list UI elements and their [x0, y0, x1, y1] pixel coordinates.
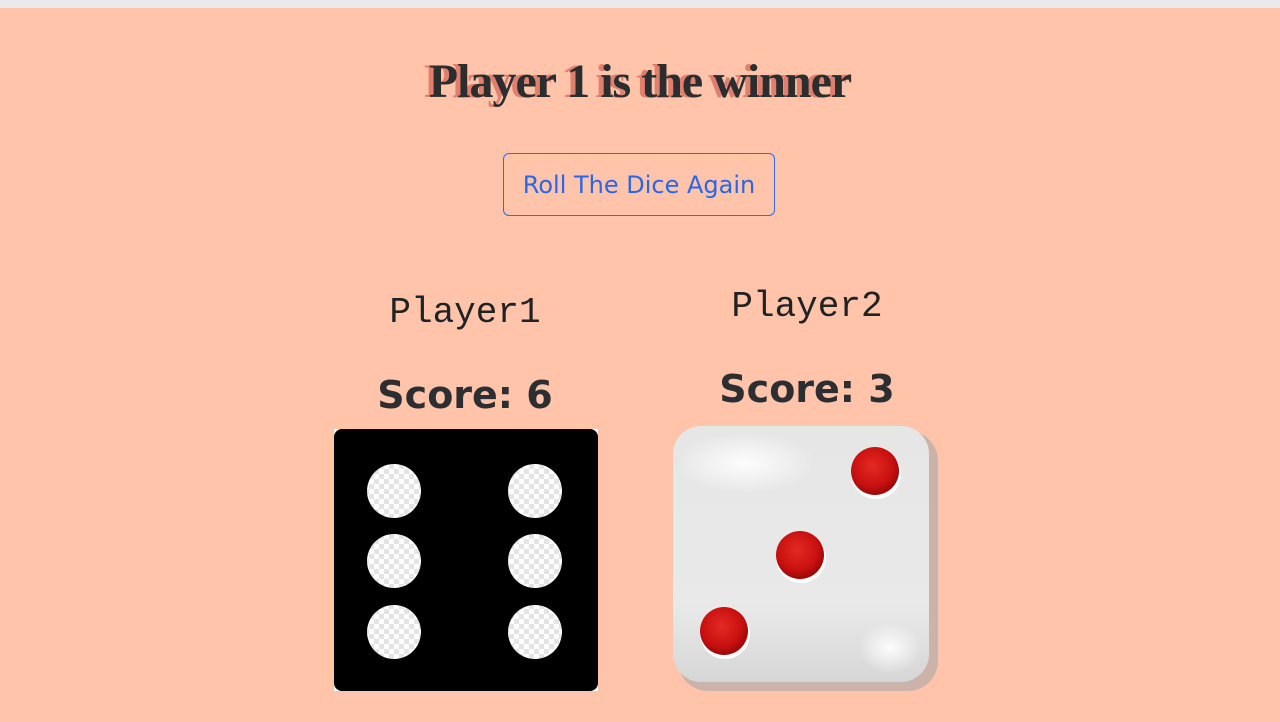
player1-score: Score: 6: [377, 373, 553, 417]
roll-dice-again-button[interactable]: Roll The Dice Again: [503, 153, 775, 216]
pip: [508, 534, 562, 588]
pip: [851, 447, 899, 495]
pip: [367, 464, 421, 518]
browser-top-strip: [0, 0, 1280, 8]
pip: [367, 605, 421, 659]
pip: [508, 605, 562, 659]
player2-name: Player2: [731, 286, 883, 327]
player2-score: Score: 3: [719, 367, 895, 411]
pip: [367, 534, 421, 588]
winner-heading: Player 1 is the winner: [428, 55, 852, 108]
player1-die-six-icon: [334, 429, 598, 691]
player1-name: Player1: [389, 292, 541, 333]
player2-die-three-icon: [670, 423, 940, 693]
pip: [700, 607, 748, 655]
pip: [508, 464, 562, 518]
pip: [776, 531, 824, 579]
